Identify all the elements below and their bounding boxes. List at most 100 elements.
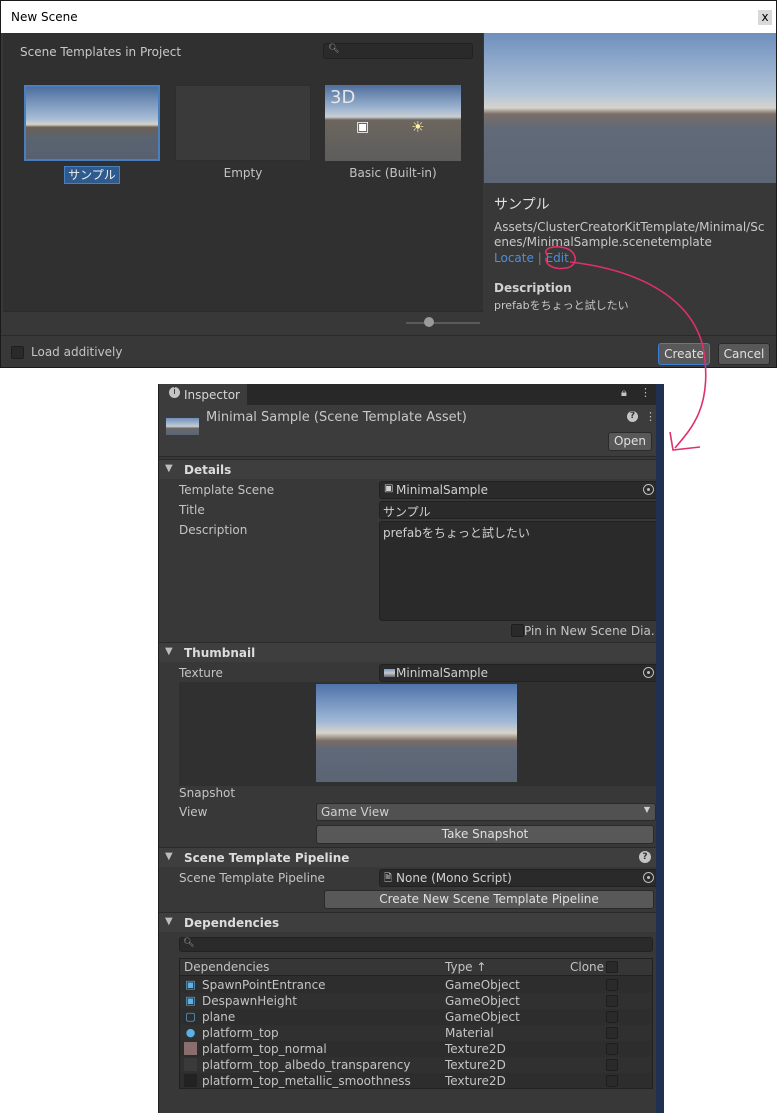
column-header-type[interactable]: Type ↑: [445, 960, 486, 974]
title-label: Title: [179, 503, 205, 517]
object-picker-icon[interactable]: [643, 484, 654, 495]
search-icon: 🔍︎: [183, 938, 195, 948]
dependency-name: platform_top_normal: [202, 1042, 327, 1056]
close-button[interactable]: x: [758, 10, 772, 25]
preview-title: サンプル: [494, 197, 550, 213]
dialog-title: New Scene: [11, 10, 78, 24]
dialog-bottom-bar: Load additively Create Cancel: [1, 335, 776, 367]
locate-link[interactable]: Locate: [494, 251, 534, 265]
table-row[interactable]: ● platform_top Material: [180, 1025, 652, 1041]
load-additively-checkbox[interactable]: [11, 346, 24, 359]
template-label-sample[interactable]: サンプル: [24, 166, 160, 184]
table-row[interactable]: platform_top_albedo_transparency Texture2…: [180, 1057, 652, 1073]
dependency-type: Material: [445, 1026, 494, 1040]
dependency-type: Texture2D: [445, 1074, 506, 1088]
take-snapshot-button[interactable]: Take Snapshot: [316, 825, 654, 844]
table-row[interactable]: ▢ plane GameObject: [180, 1009, 652, 1025]
table-row[interactable]: ▣ SpawnPointEntrance GameObject: [180, 977, 652, 993]
table-row[interactable]: ▣ DespawnHeight GameObject: [180, 993, 652, 1009]
preview-links: Locate | Edit: [494, 251, 569, 265]
dependencies-search-input[interactable]: 🔍︎: [179, 937, 653, 952]
info-icon: i: [169, 387, 180, 398]
clone-all-checkbox[interactable]: [606, 961, 618, 973]
pin-label: Pin in New Scene Dia…: [524, 624, 663, 638]
help-icon[interactable]: ?: [639, 851, 651, 863]
zoom-slider-track[interactable]: [406, 322, 480, 324]
inspector-window: i Inspector 🔒︎ ⋮ Minimal Sample (Scene T…: [158, 384, 663, 1113]
section-pipeline-label: Scene Template Pipeline: [184, 851, 350, 865]
clone-checkbox[interactable]: [606, 1011, 618, 1023]
kebab-menu-icon[interactable]: ⋮: [645, 410, 656, 423]
template-preview-pane: サンプル Assets/ClusterCreatorKitTemplate/Mi…: [484, 33, 776, 335]
edit-link[interactable]: Edit: [546, 251, 569, 265]
kebab-menu-icon[interactable]: ⋮: [640, 386, 651, 399]
create-pipeline-button[interactable]: Create New Scene Template Pipeline: [324, 890, 654, 909]
prefab-icon: ▣: [185, 978, 196, 991]
open-button[interactable]: Open: [608, 432, 652, 451]
dependencies-table-header: Dependencies Type ↑ Clone: [180, 959, 652, 976]
tab-inspector[interactable]: i Inspector: [159, 384, 247, 405]
object-picker-icon[interactable]: [643, 667, 654, 678]
foldout-arrow-icon: ▼: [165, 646, 173, 657]
section-thumbnail-label: Thumbnail: [184, 646, 256, 660]
annotation-arrow-head: [669, 431, 701, 451]
tab-inspector-label: Inspector: [184, 388, 240, 402]
table-row[interactable]: platform_top_metallic_smoothness Texture2…: [180, 1073, 652, 1089]
table-row[interactable]: platform_top_normal Texture2D: [180, 1041, 652, 1057]
title-field[interactable]: サンプル: [379, 501, 662, 519]
section-details[interactable]: ▼ Details: [159, 459, 662, 479]
clone-checkbox[interactable]: [606, 1059, 618, 1071]
texture-label: Texture: [179, 666, 223, 680]
model-icon: ▢: [185, 1010, 196, 1023]
column-header-dependencies[interactable]: Dependencies: [184, 960, 269, 974]
texture-field[interactable]: MinimalSample: [379, 664, 659, 682]
clone-checkbox[interactable]: [606, 1043, 618, 1055]
script-icon: 🗎︎: [384, 873, 393, 884]
pipeline-field[interactable]: 🗎︎ None (Mono Script): [379, 869, 659, 887]
dependency-name: platform_top: [202, 1026, 279, 1040]
section-pipeline[interactable]: ▼ Scene Template Pipeline ?: [159, 847, 662, 867]
create-button[interactable]: Create: [658, 343, 710, 365]
dependency-name: platform_top_albedo_transparency: [202, 1058, 411, 1072]
template-label-basic[interactable]: Basic (Built-in): [325, 166, 461, 180]
clone-checkbox[interactable]: [606, 995, 618, 1007]
view-dropdown[interactable]: Game View ▼: [316, 803, 656, 821]
description-field[interactable]: prefabをちょっと試したい: [379, 521, 662, 621]
templates-pane: Scene Templates in Project 🔍︎ 3D ▣ ☀ サンプ…: [3, 33, 483, 335]
pin-checkbox[interactable]: [511, 624, 524, 637]
pipeline-label: Scene Template Pipeline: [179, 871, 325, 885]
template-label-empty[interactable]: Empty: [175, 166, 311, 180]
dependency-type: Texture2D: [445, 1058, 506, 1072]
clone-checkbox[interactable]: [606, 1027, 618, 1039]
template-scene-field[interactable]: ▣ MinimalSample: [379, 481, 659, 499]
asset-header: Minimal Sample (Scene Template Asset) ? …: [159, 405, 662, 457]
template-search-input[interactable]: 🔍︎: [323, 43, 473, 59]
foldout-arrow-icon: ▼: [165, 851, 173, 862]
template-tile-empty[interactable]: [175, 85, 311, 161]
column-header-clone[interactable]: Clone: [570, 960, 604, 974]
thumbnail-image: [316, 684, 517, 782]
lock-icon[interactable]: 🔒︎: [621, 386, 627, 400]
cancel-button[interactable]: Cancel: [718, 343, 770, 365]
section-dependencies-label: Dependencies: [184, 916, 280, 930]
texture-icon: [184, 1074, 197, 1087]
camera-icon: ▣: [356, 119, 370, 135]
clone-checkbox[interactable]: [606, 979, 618, 991]
asset-thumbnail: [166, 418, 199, 435]
texture-icon: [384, 669, 395, 677]
section-details-label: Details: [184, 463, 232, 477]
object-picker-icon[interactable]: [643, 872, 654, 883]
template-tile-basic[interactable]: 3D ▣ ☀: [325, 85, 461, 161]
template-tile-sample[interactable]: [24, 85, 160, 161]
help-icon[interactable]: ?: [627, 411, 638, 422]
asset-title: Minimal Sample (Scene Template Asset): [206, 410, 467, 425]
section-dependencies[interactable]: ▼ Dependencies: [159, 912, 662, 932]
clone-checkbox[interactable]: [606, 1075, 618, 1087]
section-thumbnail[interactable]: ▼ Thumbnail: [159, 642, 662, 662]
view-dropdown-value: Game View: [321, 805, 390, 819]
dropdown-arrow-icon: ▼: [643, 805, 650, 814]
dependency-name: plane: [202, 1010, 236, 1024]
zoom-slider-handle[interactable]: [424, 317, 434, 327]
texture-value: MinimalSample: [396, 666, 488, 680]
templates-footer: [3, 311, 483, 335]
